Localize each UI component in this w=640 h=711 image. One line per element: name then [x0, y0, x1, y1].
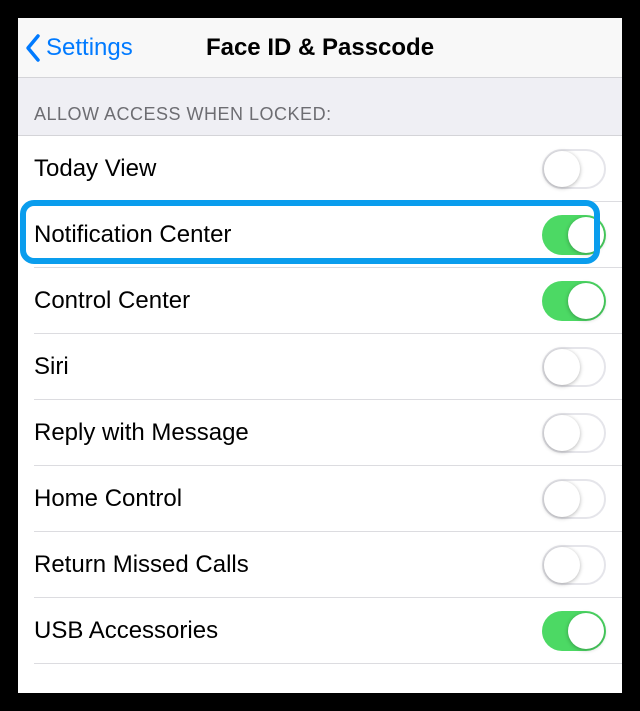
toggle-siri[interactable] — [542, 347, 606, 387]
row-siri: Siri — [18, 334, 622, 400]
toggle-reply-with-message[interactable] — [542, 413, 606, 453]
toggle-today-view[interactable] — [542, 149, 606, 189]
navigation-bar: Settings Face ID & Passcode — [18, 18, 622, 78]
toggle-home-control[interactable] — [542, 479, 606, 519]
back-button[interactable]: Settings — [18, 33, 141, 63]
toggle-knob — [544, 547, 580, 583]
row-label: Home Control — [34, 485, 182, 513]
row-usb-accessories: USB Accessories — [18, 598, 622, 664]
toggle-knob — [568, 613, 604, 649]
row-control-center: Control Center — [18, 268, 622, 334]
row-notification-center: Notification Center — [18, 202, 622, 268]
toggle-knob — [544, 415, 580, 451]
toggle-knob — [544, 349, 580, 385]
toggle-control-center[interactable] — [542, 281, 606, 321]
row-label: Today View — [34, 155, 156, 183]
row-today-view: Today View — [18, 136, 622, 202]
toggle-knob — [568, 283, 604, 319]
settings-screen: Settings Face ID & Passcode ALLOW ACCESS… — [18, 18, 622, 693]
row-label: Return Missed Calls — [34, 551, 249, 579]
toggle-return-missed-calls[interactable] — [542, 545, 606, 585]
toggle-knob — [544, 151, 580, 187]
row-return-missed-calls: Return Missed Calls — [18, 532, 622, 598]
page-title: Face ID & Passcode — [206, 34, 434, 62]
toggle-usb-accessories[interactable] — [542, 611, 606, 651]
row-label: Notification Center — [34, 221, 231, 249]
section-header: ALLOW ACCESS WHEN LOCKED: — [18, 78, 622, 136]
toggle-knob — [544, 481, 580, 517]
row-label: USB Accessories — [34, 617, 218, 645]
toggle-knob — [568, 217, 604, 253]
row-reply-with-message: Reply with Message — [18, 400, 622, 466]
row-label: Control Center — [34, 287, 190, 315]
row-home-control: Home Control — [18, 466, 622, 532]
settings-list: Today View Notification Center Control Cen… — [18, 136, 622, 664]
chevron-left-icon — [24, 33, 42, 63]
row-label: Siri — [34, 353, 69, 381]
toggle-notification-center[interactable] — [542, 215, 606, 255]
row-label: Reply with Message — [34, 419, 249, 447]
back-label: Settings — [46, 34, 133, 62]
